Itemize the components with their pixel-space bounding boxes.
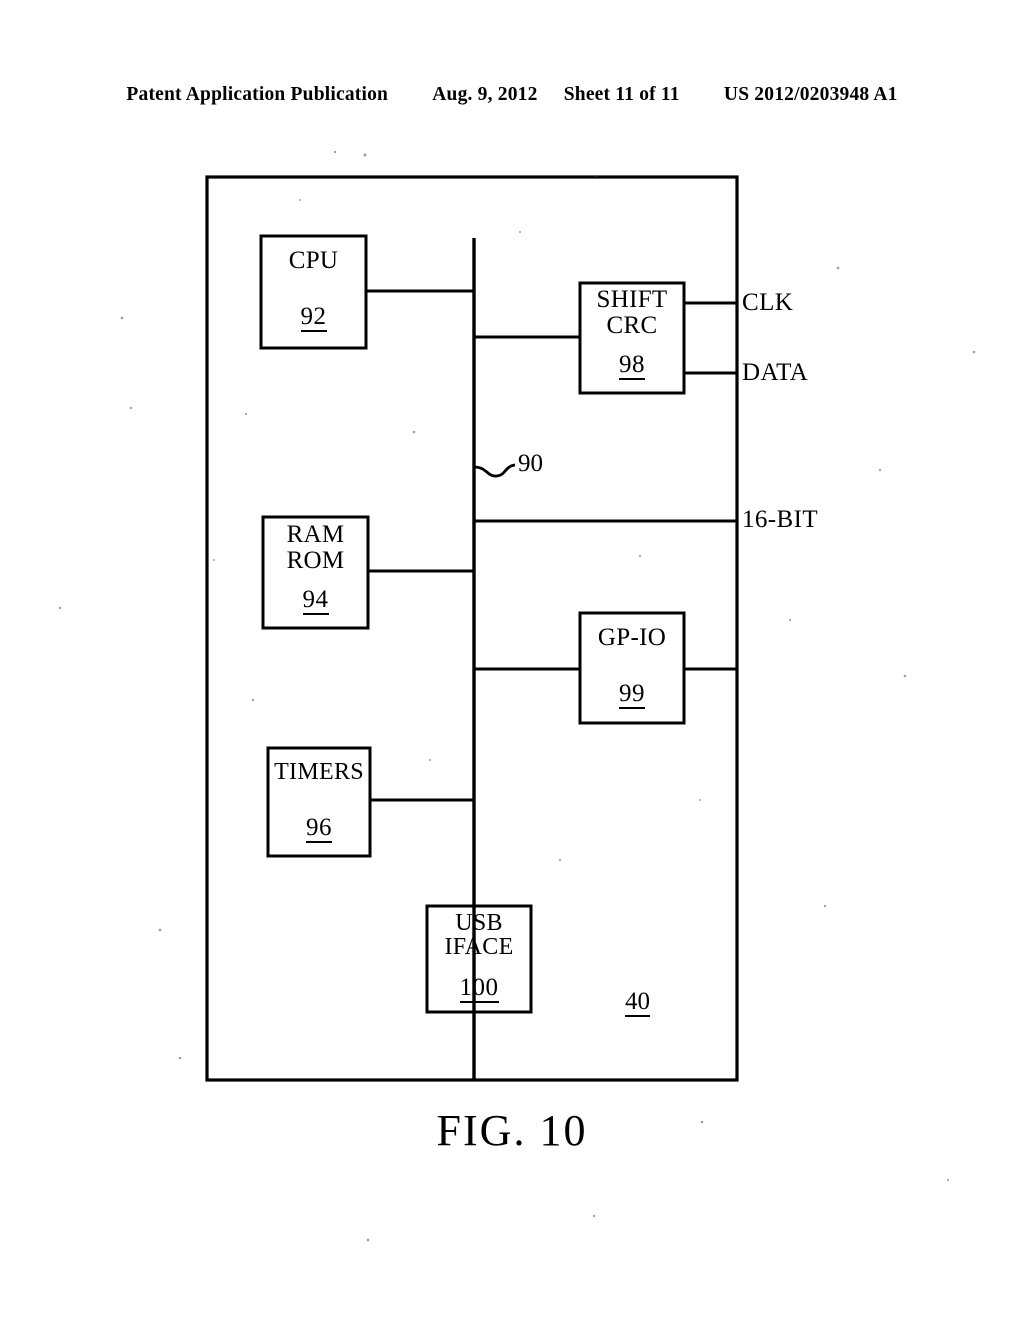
signal-label-data: DATA — [742, 359, 809, 386]
usb-iface-line-2: IFACE — [444, 934, 514, 961]
timers-reference-text: 96 — [306, 814, 332, 843]
usb-iface-block-label: USB IFACE — [427, 911, 531, 960]
cpu-block-label: CPU — [288, 247, 339, 274]
gpio-block-label: GP-IO — [597, 624, 667, 651]
ram-rom-reference-text: 94 — [302, 586, 329, 615]
bus-reference-numeral: 90 — [518, 450, 543, 477]
ram-rom-block-reference: 94 — [263, 586, 368, 615]
usb-iface-block-reference: 100 — [427, 974, 531, 1003]
timers-block-reference: 96 — [268, 814, 370, 843]
usb-iface-line-1: USB — [455, 910, 503, 936]
gpio-reference-text: 99 — [619, 680, 645, 709]
enclosure-reference-numeral: 40 — [625, 988, 650, 1017]
ram-rom-block-label: RAM ROM — [263, 522, 368, 573]
usb-iface-reference-text: 100 — [459, 974, 499, 1003]
cpu-reference-text: 92 — [300, 303, 327, 332]
enclosure-reference-text: 40 — [625, 988, 650, 1017]
shift-crc-block-label: SHIFT CRC — [580, 287, 684, 338]
figure-caption: FIG. 10 — [436, 1106, 588, 1155]
shift-crc-line-1: SHIFT — [596, 286, 668, 313]
patent-figure-10: CPU 92 SHIFT CRC 98 RAM ROM 94 GP-IO 99 … — [0, 0, 1024, 1320]
gpio-block-reference: 99 — [580, 680, 684, 709]
ram-rom-line-1: RAM — [286, 521, 345, 548]
ram-rom-line-2: ROM — [286, 546, 345, 574]
shift-crc-reference-text: 98 — [619, 351, 645, 380]
signal-label-clk: CLK — [742, 289, 794, 316]
timers-block-label: TIMERS — [274, 759, 364, 785]
shift-crc-line-2: CRC — [606, 311, 658, 339]
cpu-block-reference: 92 — [261, 303, 366, 332]
bus-reference-leader-line — [473, 463, 516, 478]
shift-crc-block-reference: 98 — [580, 351, 684, 380]
signal-label-16-bit: 16-BIT — [742, 506, 818, 533]
